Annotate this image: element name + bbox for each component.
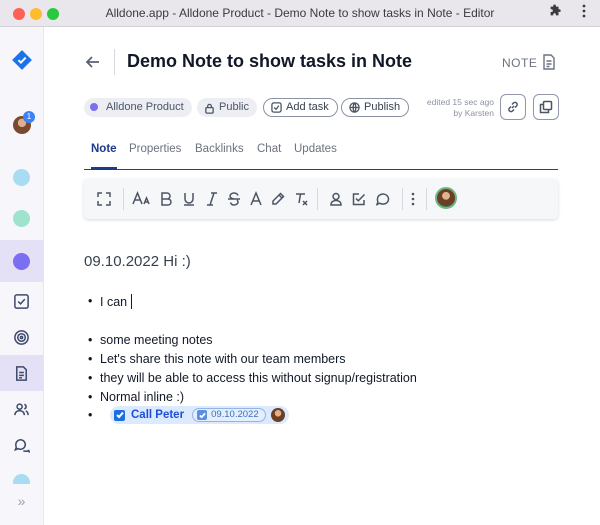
chat-bubbles-icon [14,438,30,453]
clear-format-icon[interactable] [292,190,310,208]
sidebar-item-contacts[interactable] [0,391,43,427]
users-icon [14,402,29,415]
list-item-text: I can [100,295,128,309]
edited-time: edited 15 sec ago [426,97,494,107]
project-color-dot [13,209,30,227]
tab-chat[interactable]: Chat [257,143,281,163]
header-divider [114,49,115,75]
comment-icon[interactable] [374,190,392,208]
toolbar-divider [426,188,427,210]
tab-note[interactable]: Note [91,143,117,170]
back-arrow-icon[interactable] [84,53,102,71]
copy-icon [539,100,553,114]
toolbar-divider [402,188,403,210]
list-item[interactable]: Let's share this note with our team memb… [88,352,346,366]
bold-icon[interactable] [157,190,175,208]
project-chip[interactable]: Alldone Product [84,98,192,117]
toolbar-divider [317,188,318,210]
italic-icon[interactable] [203,190,221,208]
project-color-dot [13,252,30,270]
add-task-label: Add task [286,101,329,113]
more-menu-icon[interactable] [582,4,586,21]
sidebar-user-avatar[interactable]: 1 [0,107,43,143]
project-color-dot [13,474,30,484]
project-color-dot [90,103,98,111]
toolbar-divider [123,188,124,210]
sidebar-project-4[interactable] [0,463,43,484]
link-icon [508,101,518,113]
sidebar-project-2[interactable] [0,200,43,236]
lock-icon [204,102,215,114]
toolbar-more-icon[interactable] [408,190,418,208]
main-content: Demo Note to show tasks in Note NOTE All… [44,27,600,525]
sidebar: 1 » [0,27,44,525]
sidebar-item-tasks[interactable] [0,283,43,319]
mention-user-icon[interactable] [327,190,345,208]
fullscreen-icon[interactable] [95,190,113,208]
text-cursor [131,294,133,309]
collaborator-avatar[interactable] [435,187,457,209]
note-tabs: Note Properties Backlinks Chat Updates [84,143,558,170]
window-title: Alldone.app - Alldone Product - Demo Not… [105,6,495,20]
underline-icon[interactable] [180,190,198,208]
sidebar-item-notes[interactable] [0,355,43,391]
add-task-button[interactable]: Add task [263,98,338,117]
task-name: Call Peter [131,409,185,421]
note-type-label: NOTE [502,56,538,70]
tasks-checkbox-icon [14,293,29,309]
edited-by: by Karsten [453,108,494,118]
inline-task[interactable]: Call Peter 09.10.2022 [110,406,289,424]
strikethrough-icon[interactable] [225,190,243,208]
list-item[interactable]: they will be able to access this without… [88,371,417,385]
insert-task-icon[interactable] [350,190,368,208]
alldone-logo-icon [11,50,32,70]
extensions-puzzle-icon[interactable] [548,4,562,21]
target-icon [14,329,29,345]
alldone-logo[interactable] [0,42,43,78]
tab-updates[interactable]: Updates [294,143,337,163]
duplicate-button[interactable] [533,94,559,120]
font-size-icon[interactable] [132,190,152,208]
sidebar-project-alldone-product[interactable] [0,240,43,282]
publish-button[interactable]: Publish [341,98,410,117]
collapse-sidebar-button[interactable]: » [0,493,43,509]
task-date-text: 09.10.2022 [211,409,259,420]
sidebar-project-1[interactable] [0,159,43,195]
sidebar-item-chats[interactable] [0,427,43,463]
list-item[interactable]: I can [88,294,133,309]
tab-backlinks[interactable]: Backlinks [195,143,244,163]
visibility-chip[interactable]: Public [197,98,257,117]
edited-info: edited 15 sec ago by Karsten [414,97,494,119]
sidebar-item-goals[interactable] [0,319,43,355]
publish-label: Publish [364,101,401,113]
notification-badge: 1 [23,111,35,123]
tab-properties[interactable]: Properties [129,143,181,163]
list-item[interactable]: some meeting notes [88,333,213,347]
list-item[interactable]: Normal inline :) [88,390,184,404]
visibility-chip-label: Public [219,101,249,113]
editor-toolbar [84,179,558,219]
highlight-pen-icon[interactable] [269,190,287,208]
project-chip-label: Alldone Product [106,101,184,113]
copy-link-button[interactable] [500,94,526,120]
task-assignee-avatar[interactable] [270,408,285,422]
note-heading[interactable]: 09.10.2022 Hi :) [84,253,191,270]
project-color-dot [13,168,30,186]
add-task-checkbox-icon [271,102,282,113]
task-due-date[interactable]: 09.10.2022 [192,408,266,422]
task-checkbox[interactable] [114,409,125,421]
calendar-check-icon [197,410,208,420]
globe-icon [349,102,360,113]
title-bar: Alldone.app - Alldone Product - Demo Not… [0,0,600,27]
note-document-icon [16,365,27,381]
note-document-icon [542,54,556,70]
text-color-icon[interactable] [247,190,265,208]
page-title[interactable]: Demo Note to show tasks in Note [127,51,412,72]
